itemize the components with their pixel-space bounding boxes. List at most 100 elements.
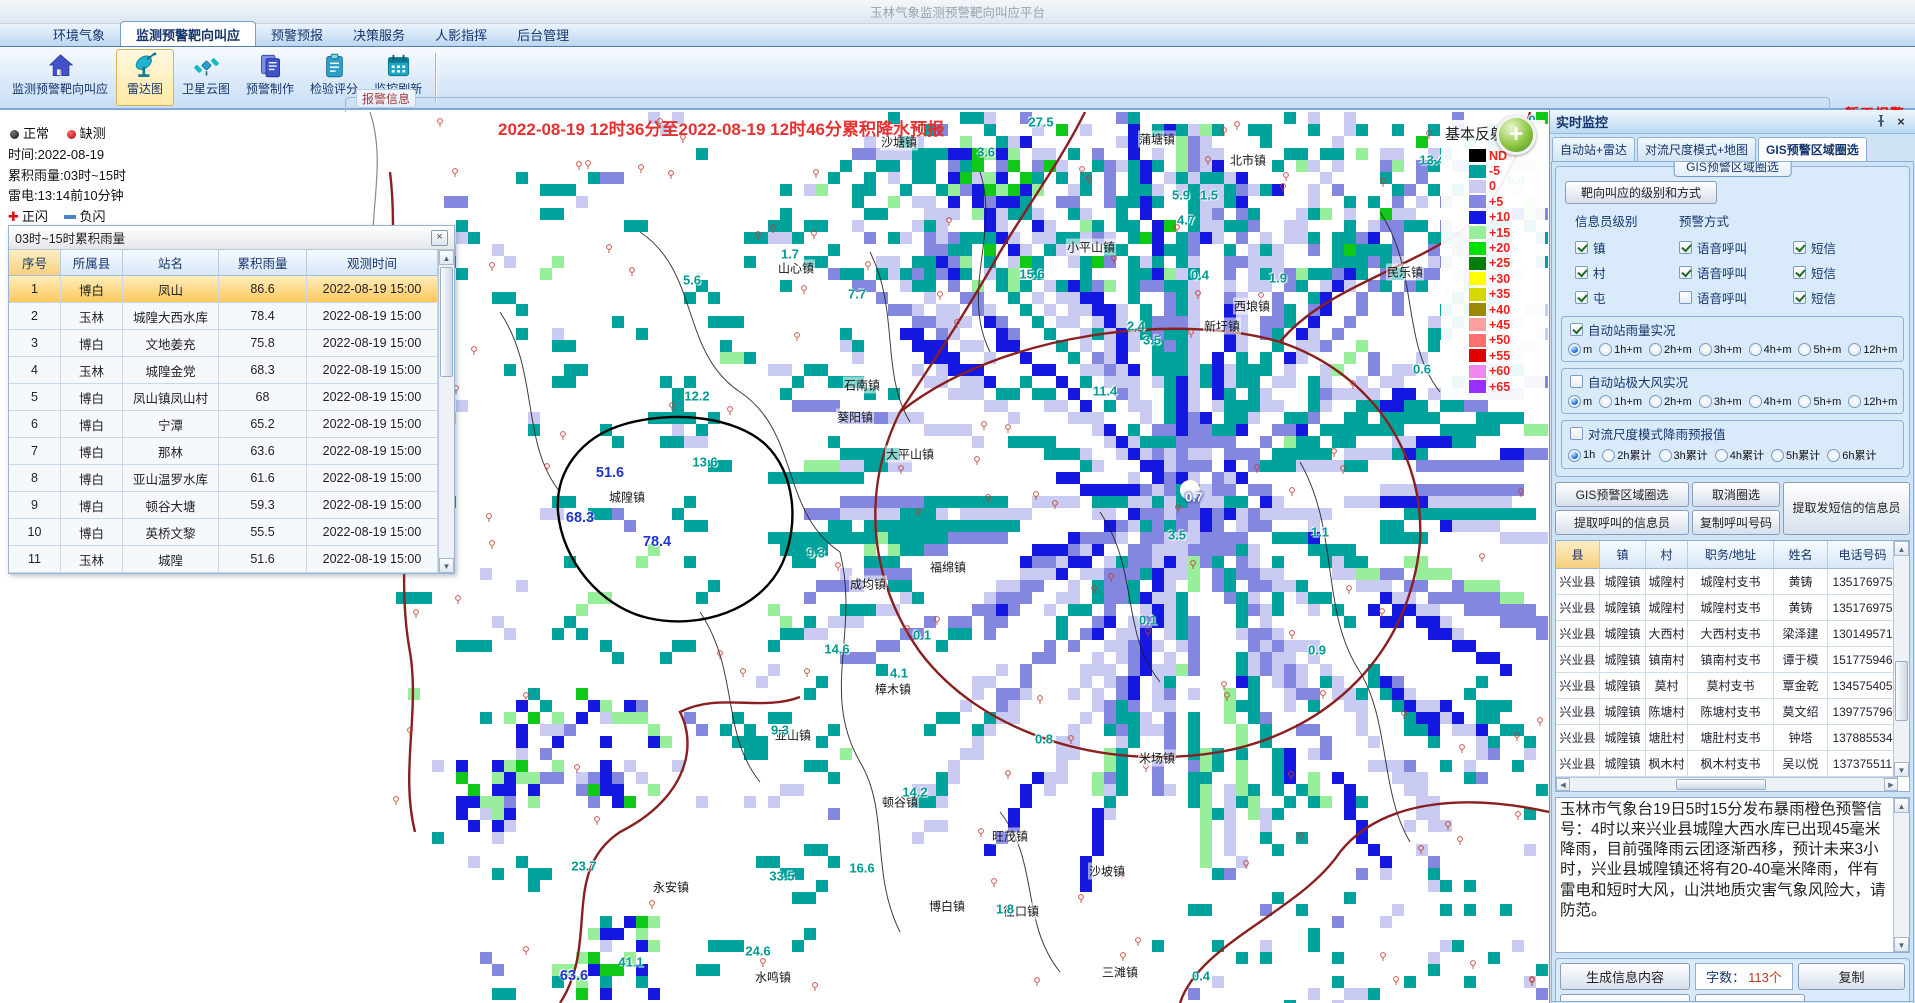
radio-option-2h+m[interactable]: 2h+m xyxy=(1649,395,1692,408)
checkbox-镇[interactable] xyxy=(1575,241,1588,254)
generate-message-button[interactable]: 生成信息内容 xyxy=(1560,963,1690,990)
contacts-hscrollbar[interactable]: ◀▶ xyxy=(1556,777,1898,791)
radio-icon[interactable] xyxy=(1649,343,1662,356)
radio-option-5h+m[interactable]: 5h+m xyxy=(1798,343,1841,356)
radio-icon[interactable] xyxy=(1749,343,1762,356)
tab-自动站+雷达[interactable]: 自动站+雷达 xyxy=(1552,137,1635,161)
table-row[interactable]: 5博白凤山镇凤山村682022-08-19 15:00 xyxy=(9,384,454,411)
rain-col-header[interactable]: 观测时间 xyxy=(307,250,438,276)
checkbox-村[interactable] xyxy=(1575,266,1588,279)
radio-option-5h累计[interactable]: 5h累计 xyxy=(1771,447,1820,463)
tab-对流尺度模式+地图[interactable]: 对流尺度模式+地图 xyxy=(1637,137,1756,161)
tool-button-卫星云图[interactable]: 卫星云图 xyxy=(174,49,238,106)
menu-tab-监测预警靶向叫应[interactable]: 监测预警靶向叫应 xyxy=(120,21,256,46)
checkbox-对流尺度模式降雨预报值[interactable] xyxy=(1570,427,1583,440)
radar-map[interactable]: 沙塘镇蒲塘镇北市镇小平山镇民乐镇山心镇石南镇葵阳镇大平山镇城隍镇成均镇福绵镇樟木… xyxy=(0,112,1549,1003)
tab-GIS预警区域圈选[interactable]: GIS预警区域圈选 xyxy=(1758,137,1867,161)
radio-icon[interactable] xyxy=(1715,449,1728,462)
radio-icon[interactable] xyxy=(1771,449,1784,462)
pin-icon[interactable] xyxy=(1873,114,1889,130)
scroll-thumb[interactable] xyxy=(1676,779,1766,790)
copy-number-button[interactable]: 复制呼叫号码 xyxy=(1692,510,1780,535)
radio-option-4h+m[interactable]: 4h+m xyxy=(1749,395,1792,408)
message-scrollbar[interactable]: ▲ ▼ xyxy=(1893,798,1909,952)
target-level-button[interactable]: 靶向叫应的级别和方式 xyxy=(1565,181,1717,204)
checkbox-自动站极大风实况[interactable] xyxy=(1570,375,1583,388)
cancel-select-button[interactable]: 取消圈选 xyxy=(1692,482,1780,507)
radio-option-1h[interactable]: 1h xyxy=(1568,449,1595,462)
table-row[interactable]: 兴业县城隍镇大西村大西村支书梁泽建130149571 xyxy=(1556,621,1898,647)
radio-option-3h累计[interactable]: 3h累计 xyxy=(1659,447,1708,463)
table-row[interactable]: 3博白文地姜充75.82022-08-19 15:00 xyxy=(9,330,454,357)
warning-message-box[interactable]: 玉林市气象台19日5时15分发布暴雨橙色预警信号：4时以来兴业县城隍大西水库已出… xyxy=(1555,797,1910,953)
radio-option-5h+m[interactable]: 5h+m xyxy=(1798,395,1841,408)
radio-icon[interactable] xyxy=(1798,343,1811,356)
menu-tab-环境气象[interactable]: 环境气象 xyxy=(38,22,120,46)
rain-col-header[interactable]: 序号 xyxy=(9,250,61,276)
extract-call-button[interactable]: 提取呼叫的信息员 xyxy=(1555,510,1689,535)
table-row[interactable]: 兴业县城隍镇陈塘村陈塘村支书莫文绍139775796 xyxy=(1556,699,1898,725)
table-row[interactable]: 4玉林城隍金党68.32022-08-19 15:00 xyxy=(9,357,454,384)
contacts-col-header[interactable]: 职务/地址 xyxy=(1688,541,1774,569)
radio-option-4h+m[interactable]: 4h+m xyxy=(1749,343,1792,356)
radio-icon[interactable] xyxy=(1568,449,1581,462)
scroll-down-icon[interactable]: ▼ xyxy=(1894,937,1909,952)
menu-tab-预警预报[interactable]: 预警预报 xyxy=(256,22,338,46)
radio-option-1h+m[interactable]: 1h+m xyxy=(1599,343,1642,356)
rain-col-header[interactable]: 所属县 xyxy=(61,250,123,276)
radio-option-3h+m[interactable]: 3h+m xyxy=(1699,343,1742,356)
menu-tab-人影指挥[interactable]: 人影指挥 xyxy=(420,22,502,46)
close-icon[interactable]: × xyxy=(1893,114,1909,130)
checkbox-sms[interactable] xyxy=(1793,266,1806,279)
gis-select-button[interactable]: GIS预警区域圈选 xyxy=(1555,482,1689,507)
table-row[interactable]: 兴业县城隍镇镇南村镇南村支书谭于模151775946 xyxy=(1556,647,1898,673)
rain-table-scrollbar[interactable]: ▲▼ xyxy=(438,250,454,573)
radio-icon[interactable] xyxy=(1749,395,1762,408)
checkbox-sms[interactable] xyxy=(1793,241,1806,254)
tts-preview-button[interactable]: 语音试听 xyxy=(1560,994,1690,1002)
checkbox-sms[interactable] xyxy=(1793,291,1806,304)
radio-option-1h+m[interactable]: 1h+m xyxy=(1599,395,1642,408)
map-zoom-in-button[interactable]: + xyxy=(1496,115,1536,155)
scroll-down-icon[interactable]: ▼ xyxy=(1894,762,1909,777)
radio-option-4h累计[interactable]: 4h累计 xyxy=(1715,447,1764,463)
radio-option-12h+m[interactable]: 12h+m xyxy=(1848,343,1897,356)
table-row[interactable]: 6博白宁潭65.22022-08-19 15:00 xyxy=(9,411,454,438)
table-row[interactable]: 2玉林城隍大西水库78.42022-08-19 15:00 xyxy=(9,303,454,330)
radio-option-6h累计[interactable]: 6h累计 xyxy=(1827,447,1876,463)
checkbox-自动站雨量实况[interactable] xyxy=(1570,323,1583,336)
table-row[interactable]: 8博白亚山温罗水库61.62022-08-19 15:00 xyxy=(9,465,454,492)
scroll-up-icon[interactable]: ▲ xyxy=(439,250,454,265)
checkbox-屯[interactable] xyxy=(1575,291,1588,304)
contacts-col-header[interactable]: 县 xyxy=(1556,541,1600,569)
contacts-col-header[interactable]: 姓名 xyxy=(1774,541,1828,569)
radio-option-2h累计[interactable]: 2h累计 xyxy=(1602,447,1651,463)
tool-button-预警制作[interactable]: 预警制作 xyxy=(238,49,302,106)
radio-option-2h+m[interactable]: 2h+m xyxy=(1649,343,1692,356)
contacts-vscrollbar[interactable]: ▲▼ xyxy=(1893,541,1909,777)
contacts-col-header[interactable]: 镇 xyxy=(1600,541,1646,569)
radio-option-12h+m[interactable]: 12h+m xyxy=(1848,395,1897,408)
radio-icon[interactable] xyxy=(1649,395,1662,408)
radio-icon[interactable] xyxy=(1699,395,1712,408)
radio-icon[interactable] xyxy=(1568,343,1581,356)
table-row[interactable]: 兴业县城隍镇塘肚村塘肚村支书钟塔137885534 xyxy=(1556,725,1898,751)
radio-icon[interactable] xyxy=(1599,395,1612,408)
radio-option-m[interactable]: m xyxy=(1568,395,1592,408)
table-row[interactable]: 9博白顿谷大塘59.32022-08-19 15:00 xyxy=(9,492,454,519)
contacts-col-header[interactable]: 电话号码 xyxy=(1828,541,1898,569)
table-row[interactable]: 1博白凤山86.62022-08-19 15:00 xyxy=(9,276,454,303)
checkbox-voice-call[interactable] xyxy=(1679,241,1692,254)
radio-option-m[interactable]: m xyxy=(1568,343,1592,356)
table-row[interactable]: 10博白英桥文黎55.52022-08-19 15:00 xyxy=(9,519,454,546)
scroll-left-icon[interactable]: ◀ xyxy=(1556,778,1570,791)
radio-icon[interactable] xyxy=(1848,343,1861,356)
radio-icon[interactable] xyxy=(1599,343,1612,356)
scroll-up-icon[interactable]: ▲ xyxy=(1894,798,1909,813)
checkbox-voice-call[interactable] xyxy=(1679,266,1692,279)
contacts-col-header[interactable]: 村 xyxy=(1646,541,1688,569)
table-row[interactable]: 兴业县城隍镇城隍村城隍村支书黄铸135176975 xyxy=(1556,569,1898,595)
table-row[interactable]: 11玉林城隍51.62022-08-19 15:00 xyxy=(9,546,454,573)
extract-sms-button[interactable]: 提取发短信的信息员 xyxy=(1783,482,1910,535)
scroll-up-icon[interactable]: ▲ xyxy=(1894,541,1909,556)
